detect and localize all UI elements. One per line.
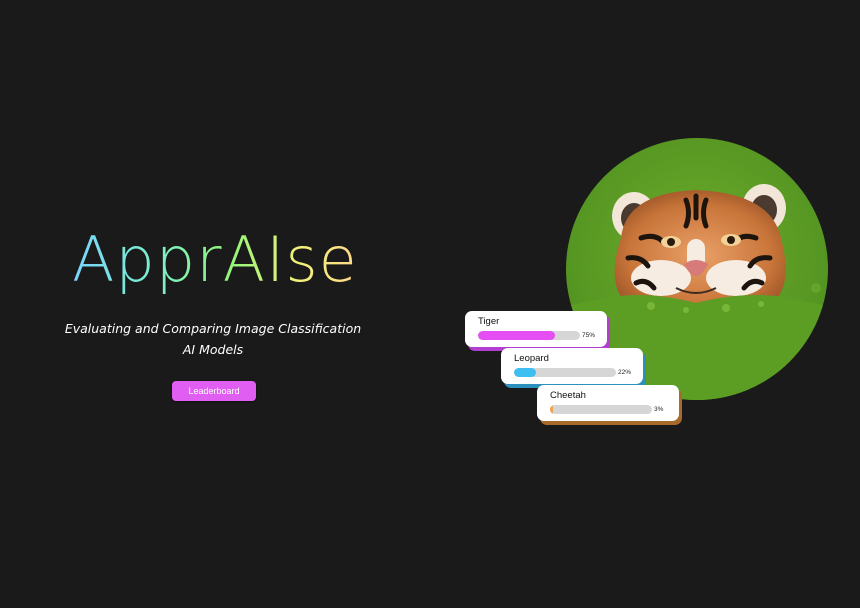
confidence-bar-fill	[550, 405, 554, 414]
prediction-card-tiger: Tiger 75%	[465, 311, 607, 347]
confidence-bar	[550, 405, 652, 414]
confidence-bar	[478, 331, 580, 340]
prediction-label: Tiger	[478, 316, 500, 327]
confidence-percent: 22%	[618, 369, 632, 376]
leaderboard-button[interactable]: Leaderboard	[172, 381, 256, 401]
confidence-percent: 75%	[582, 332, 596, 339]
prediction-label: Leopard	[514, 353, 549, 364]
confidence-bar	[514, 368, 616, 377]
prediction-label: Cheetah	[550, 390, 586, 401]
prediction-card-cheetah: Cheetah 3%	[537, 385, 679, 421]
prediction-card-leopard: Leopard 22%	[501, 348, 643, 384]
app-subtitle: Evaluating and Comparing Image Classific…	[64, 321, 362, 357]
confidence-percent: 3%	[654, 406, 664, 413]
confidence-bar-fill	[514, 368, 537, 377]
confidence-bar-fill	[478, 331, 555, 340]
app-title: ApprAIse	[72, 223, 358, 296]
